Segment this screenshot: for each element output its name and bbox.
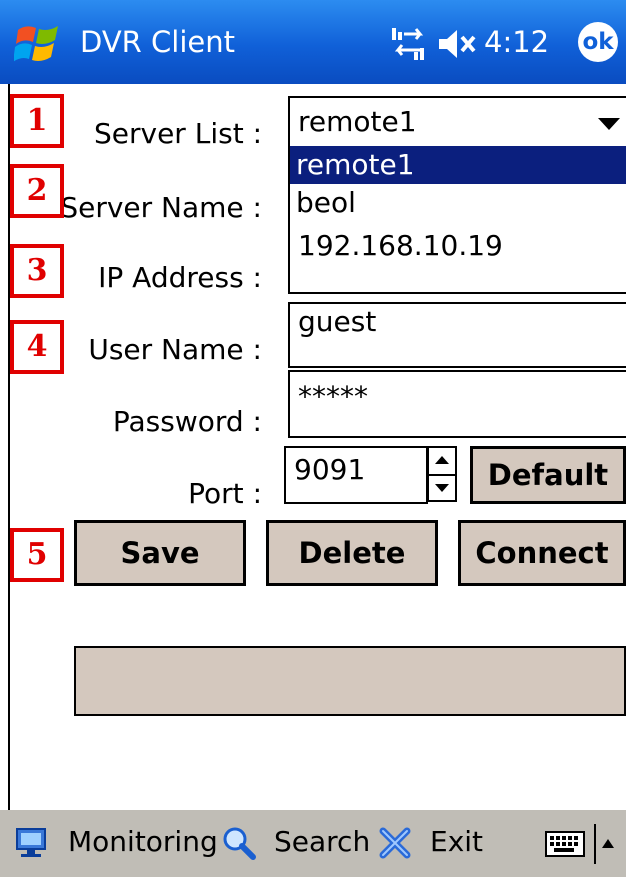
port-label: Port : xyxy=(188,477,262,510)
connectivity-icon[interactable] xyxy=(388,24,428,62)
bottom-menu-bar: Monitoring Search Exit xyxy=(0,810,626,877)
port-spinner[interactable] xyxy=(427,446,457,502)
callout-4: 4 xyxy=(10,320,64,374)
keyboard-icon[interactable] xyxy=(544,826,588,860)
server-list-dropdown: remote1 beol xyxy=(288,146,626,228)
monitor-icon[interactable] xyxy=(14,826,48,860)
user-name-value: guest xyxy=(298,305,377,338)
port-value: 9091 xyxy=(294,453,366,486)
default-button[interactable]: Default xyxy=(470,446,626,504)
chevron-down-icon[interactable] xyxy=(588,98,626,146)
windows-start-icon[interactable] xyxy=(14,22,62,66)
server-list-select[interactable]: remote1 xyxy=(288,96,626,148)
password-value: ***** xyxy=(298,380,368,413)
spinner-down-icon[interactable] xyxy=(429,476,455,502)
password-input[interactable]: ***** xyxy=(288,370,626,438)
clock[interactable]: 4:12 xyxy=(484,20,549,64)
close-icon[interactable] xyxy=(378,826,412,860)
app-title: DVR Client xyxy=(80,25,235,59)
exit-menu[interactable]: Exit xyxy=(430,824,483,860)
save-button[interactable]: Save xyxy=(74,520,246,586)
separator xyxy=(594,824,596,864)
title-bar: DVR Client 4:12 ok xyxy=(0,0,626,84)
search-menu[interactable]: Search xyxy=(274,824,370,860)
user-name-input[interactable]: guest xyxy=(288,302,626,368)
spinner-up-icon[interactable] xyxy=(429,448,455,476)
delete-button[interactable]: Delete xyxy=(266,520,438,586)
password-label: Password : xyxy=(112,405,262,438)
dropdown-option-beol[interactable]: beol xyxy=(290,184,626,222)
connect-button[interactable]: Connect xyxy=(458,520,626,586)
server-list-value: remote1 xyxy=(298,105,417,138)
search-icon[interactable] xyxy=(222,826,256,860)
port-input[interactable]: 9091 xyxy=(284,446,428,504)
callout-2: 2 xyxy=(10,164,64,218)
status-box xyxy=(74,646,626,716)
ip-address-input[interactable]: 192.168.10.19 xyxy=(288,226,626,294)
ip-address-value: 192.168.10.19 xyxy=(298,229,503,262)
monitoring-menu[interactable]: Monitoring xyxy=(68,824,218,860)
callout-1: 1 xyxy=(10,94,64,148)
callout-3: 3 xyxy=(10,244,64,298)
ok-button[interactable]: ok xyxy=(578,22,618,62)
volume-muted-icon[interactable] xyxy=(437,28,479,60)
callout-5: 5 xyxy=(10,528,64,582)
chevron-up-icon[interactable] xyxy=(600,836,616,850)
dropdown-option-remote1[interactable]: remote1 xyxy=(290,146,626,184)
